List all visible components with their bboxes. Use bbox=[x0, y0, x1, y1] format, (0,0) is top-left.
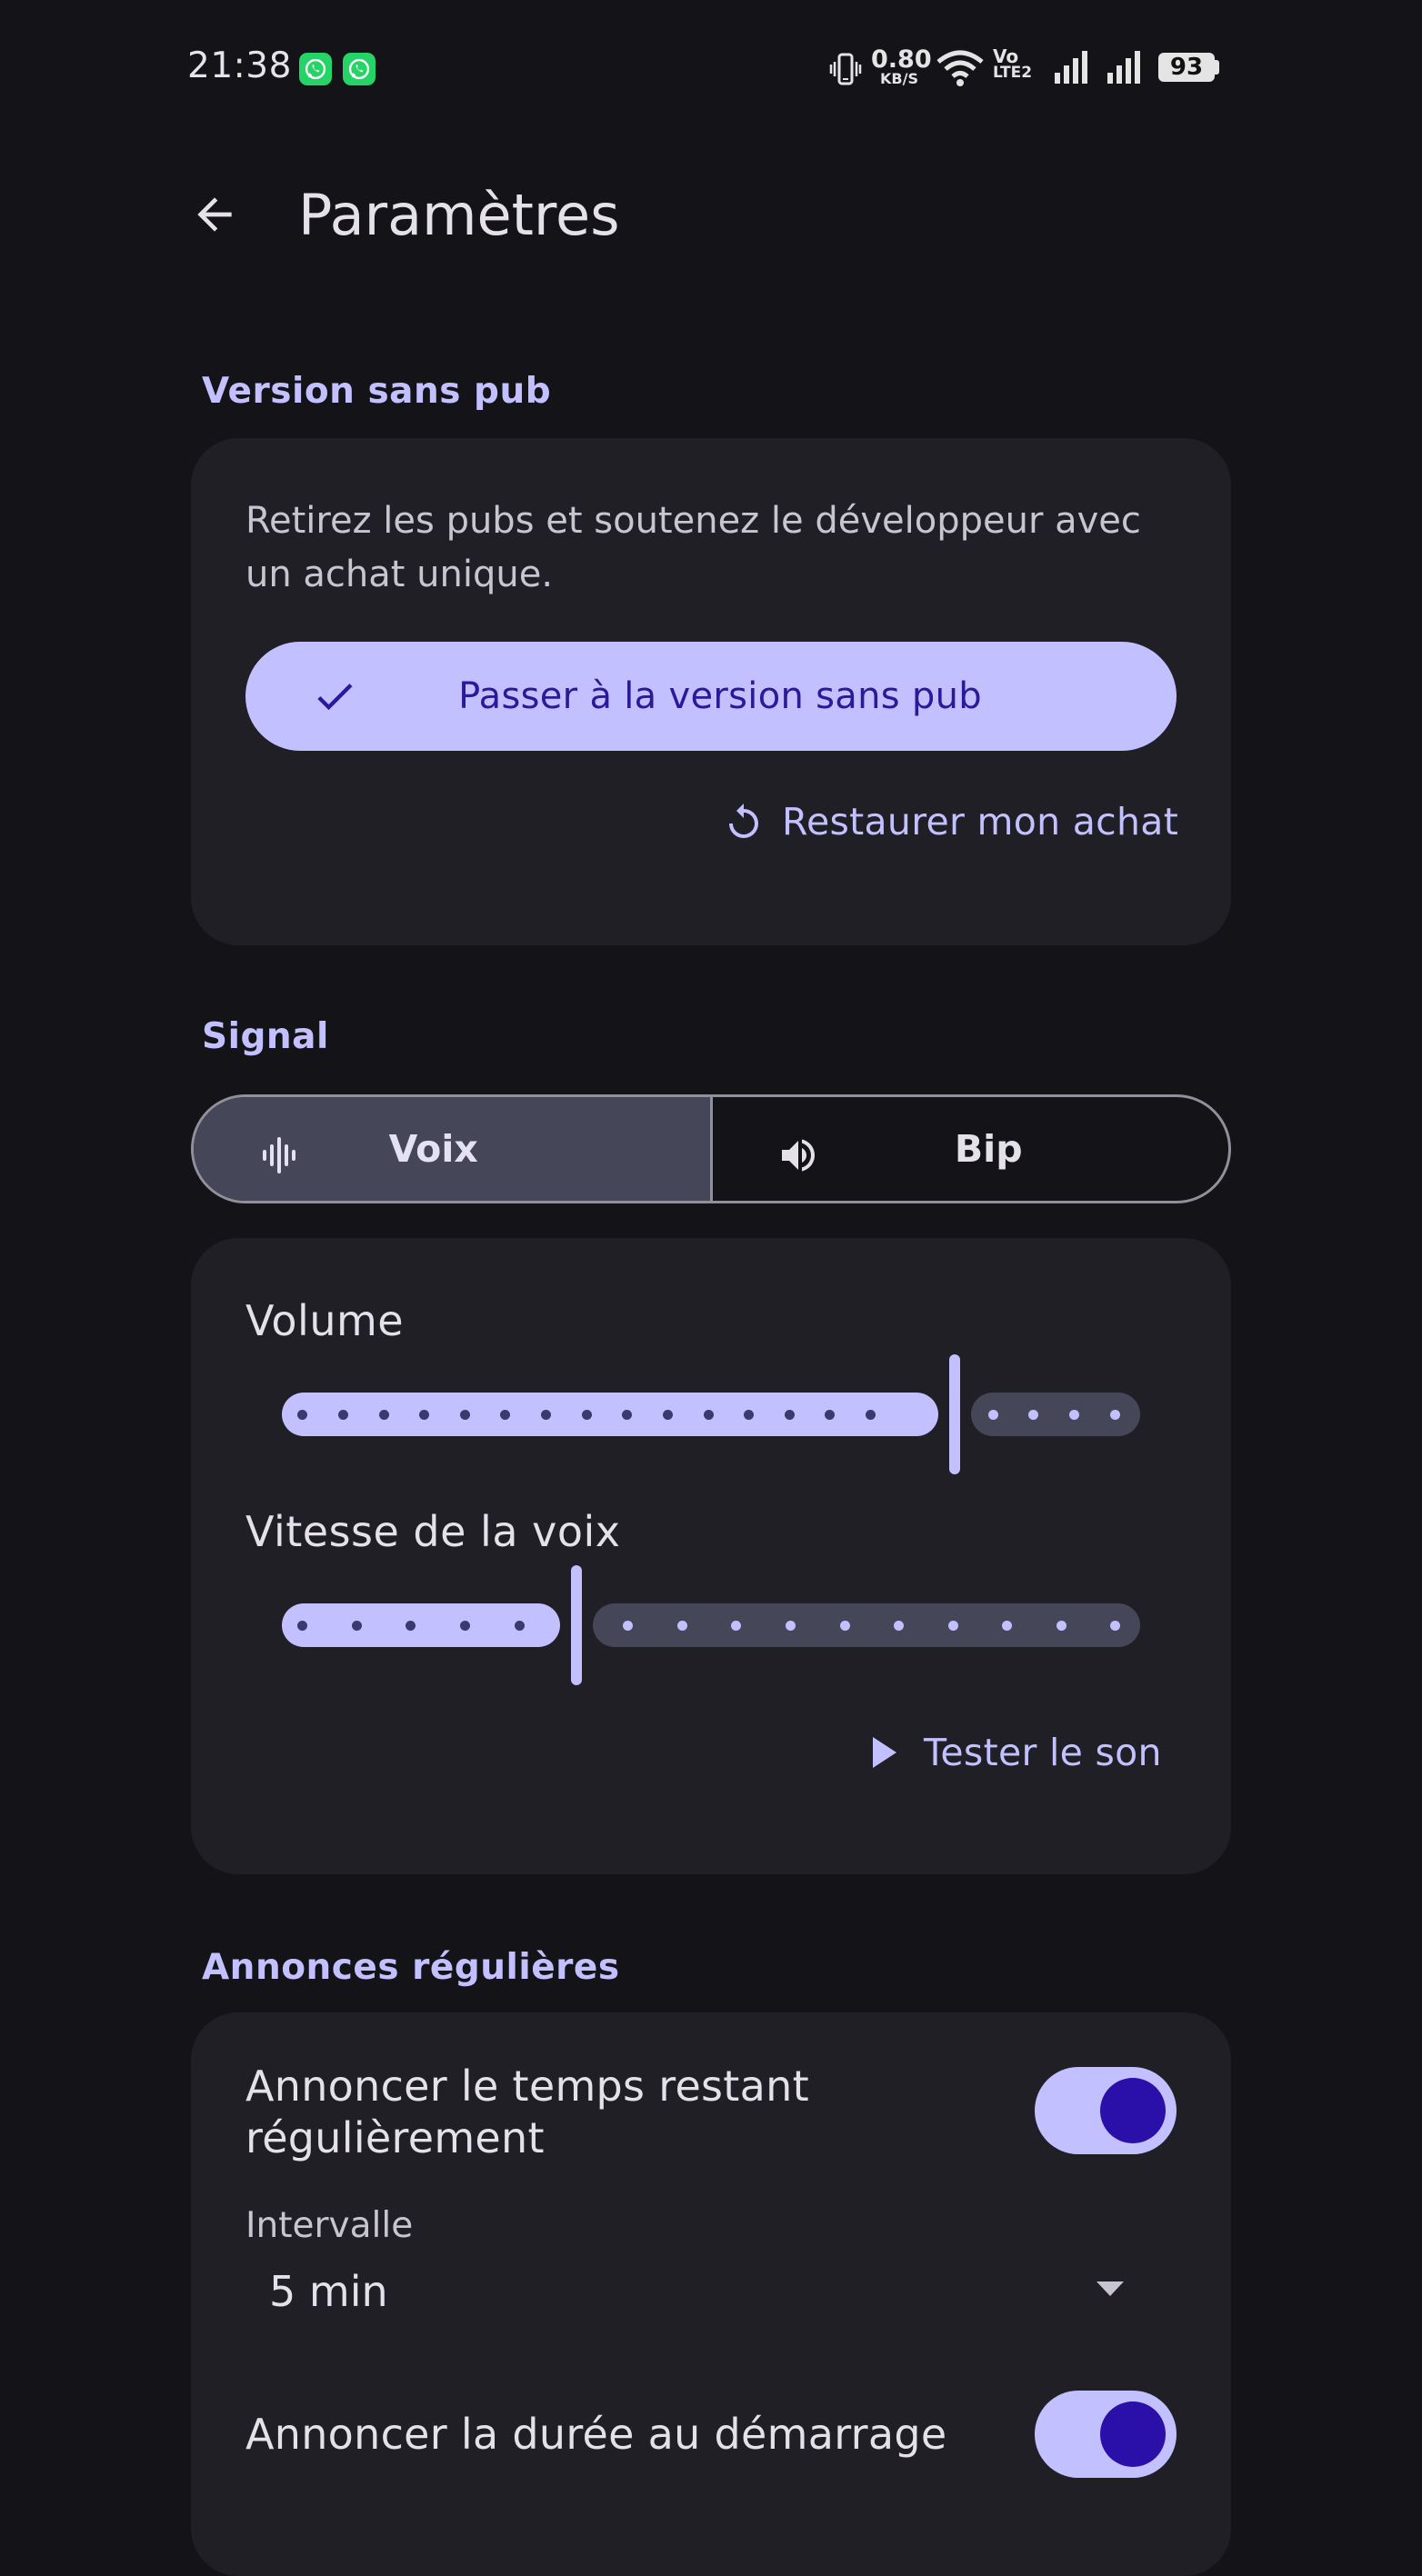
section-title-signal: Signal bbox=[202, 1016, 329, 1057]
toggle-knob bbox=[1100, 2401, 1166, 2467]
wifi-icon bbox=[936, 50, 984, 86]
test-sound-label: Tester le son bbox=[924, 1731, 1162, 1774]
test-sound-button[interactable]: Tester le son bbox=[869, 1731, 1162, 1774]
check-icon bbox=[317, 684, 353, 711]
upgrade-button[interactable]: Passer à la version sans pub bbox=[245, 642, 1177, 751]
interval-label: Intervalle bbox=[245, 2205, 414, 2246]
toggle-knob bbox=[1100, 2078, 1166, 2143]
voice-speed-slider[interactable] bbox=[282, 1565, 1140, 1685]
restore-purchase-label: Restaurer mon achat bbox=[782, 800, 1179, 844]
play-icon bbox=[873, 1737, 896, 1768]
section-title-ad-free: Version sans pub bbox=[202, 371, 552, 412]
battery-indicator: 93 bbox=[1158, 53, 1215, 82]
start-announce-toggle[interactable] bbox=[1035, 2391, 1177, 2478]
volte-indicator: Vo LTE2 bbox=[993, 45, 1033, 82]
arrow-back-icon bbox=[197, 197, 232, 232]
voice-speed-label: Vitesse de la voix bbox=[245, 1507, 621, 1556]
chevron-down-icon bbox=[1097, 2281, 1124, 2296]
segment-beep-label: Bip bbox=[954, 1127, 1023, 1171]
status-time: 21:38 bbox=[187, 45, 292, 86]
ad-free-description: Retirez les pubs et soutenez le développ… bbox=[245, 500, 1141, 595]
segment-voice[interactable]: Voix bbox=[194, 1097, 710, 1201]
restore-icon bbox=[729, 804, 758, 838]
vibrate-icon bbox=[829, 53, 862, 85]
voice-speed-slider-thumb[interactable] bbox=[571, 1565, 582, 1685]
section-title-announcements: Annonces régulières bbox=[202, 1947, 620, 1988]
periodic-announce-toggle[interactable] bbox=[1035, 2067, 1177, 2154]
interval-dropdown[interactable]: 5 min bbox=[245, 2254, 1155, 2327]
whatsapp-icon bbox=[299, 53, 332, 85]
segment-voice-label: Voix bbox=[388, 1127, 478, 1171]
back-button[interactable] bbox=[178, 178, 251, 251]
volume-slider[interactable] bbox=[282, 1354, 1140, 1474]
interval-value: 5 min bbox=[269, 2267, 388, 2316]
upgrade-button-label: Passer à la version sans pub bbox=[458, 675, 982, 717]
battery-tip bbox=[1215, 60, 1219, 75]
volume-slider-thumb[interactable] bbox=[949, 1354, 960, 1474]
volume-label: Volume bbox=[245, 1296, 405, 1345]
page-title: Paramètres bbox=[298, 182, 620, 248]
restore-purchase-button[interactable]: Restaurer mon achat bbox=[722, 800, 1178, 844]
whatsapp-icon bbox=[343, 53, 376, 85]
start-announce-label: Annoncer la durée au démarrage bbox=[245, 2410, 947, 2459]
segment-beep[interactable]: Bip bbox=[709, 1097, 1229, 1201]
signal-strength-icon bbox=[1107, 51, 1140, 84]
net-speed: 0.80 KB/S bbox=[871, 45, 932, 87]
speaker-icon bbox=[781, 1139, 815, 1172]
periodic-announce-label: Annoncer le temps restant régulièrement bbox=[245, 2062, 809, 2162]
signal-strength-icon bbox=[1055, 51, 1087, 84]
signal-type-selector: Voix Bip bbox=[191, 1094, 1231, 1203]
waveform-icon bbox=[263, 1137, 295, 1173]
